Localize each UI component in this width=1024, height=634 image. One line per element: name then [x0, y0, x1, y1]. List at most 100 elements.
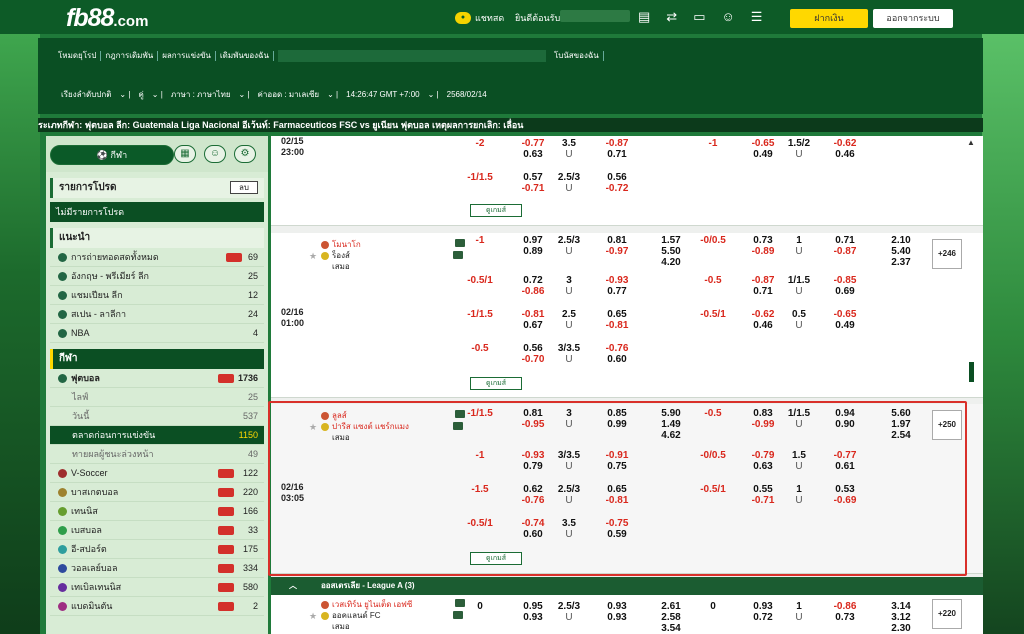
odds-odd[interactable]: 0.46: [743, 320, 783, 331]
favorites-clear-button[interactable]: ลบ: [230, 181, 258, 194]
odds-1x2[interactable]: 3.12: [881, 612, 921, 623]
soccer-subitem[interactable]: ทายผลผู้ชนะล่วงหน้า 49: [50, 445, 264, 464]
refresh-icon[interactable]: ⇄: [666, 9, 677, 25]
scroll-up-icon[interactable]: ▲: [967, 138, 975, 147]
odds-ou-line[interactable]: 1: [779, 601, 819, 612]
odds-1x2[interactable]: 3.54: [651, 623, 691, 634]
more-bets-button[interactable]: +220: [932, 599, 962, 629]
odds-odd[interactable]: 0.93: [597, 612, 637, 623]
sport-item[interactable]: วอลเลย์บอล 334: [50, 559, 264, 578]
odds-odd[interactable]: -0.65: [825, 309, 865, 320]
odds-handicap[interactable]: 0: [460, 601, 500, 612]
odds-ou-line[interactable]: 2.5/3: [549, 235, 589, 246]
odds-odd[interactable]: 0.81: [597, 235, 637, 246]
odds-odd[interactable]: 0.67: [513, 320, 553, 331]
user-icon[interactable]: ☺: [722, 9, 735, 25]
odds-odd[interactable]: -0.87: [825, 246, 865, 257]
odds-handicap[interactable]: -1/1.5: [460, 172, 500, 183]
odds-odd[interactable]: 0.49: [743, 149, 783, 160]
odds-1x2[interactable]: 2.10: [881, 235, 921, 246]
odds-ou-line[interactable]: 3: [549, 275, 589, 286]
odds-odd[interactable]: -0.62: [743, 309, 783, 320]
site-logo[interactable]: fb88.com: [66, 4, 148, 33]
odds-odd[interactable]: 0.93: [513, 612, 553, 623]
away-team[interactable]: ออคแลนด์ FC: [321, 610, 412, 621]
sport-item[interactable]: เทเบิลเทนนิส 580: [50, 578, 264, 597]
odds-odd[interactable]: 0.71: [825, 235, 865, 246]
sort-select[interactable]: เรียงลำดับปกติ: [58, 88, 114, 101]
odds-odd[interactable]: 0.49: [825, 320, 865, 331]
odds-odd[interactable]: -0.70: [513, 354, 553, 365]
odds-1x2[interactable]: 3.14: [881, 601, 921, 612]
sport-item[interactable]: V-Soccer 122: [50, 464, 264, 483]
soccer-subitem[interactable]: ตลาดก่อนการแข่งขัน 1150: [50, 426, 264, 445]
odds-odd[interactable]: -0.77: [513, 138, 553, 149]
odds-odd[interactable]: -0.71: [513, 183, 553, 194]
nav-results[interactable]: ผลการแข่งขัน: [158, 51, 216, 61]
odds-odd[interactable]: 0.73: [743, 235, 783, 246]
sport-item[interactable]: บาสเกตบอล 220: [50, 483, 264, 502]
odds-ou-line[interactable]: 1.5/2: [779, 138, 819, 149]
odds-handicap[interactable]: -0.5/1: [460, 275, 500, 286]
stats-icon[interactable]: [453, 251, 463, 259]
favorite-star-icon[interactable]: ★: [309, 611, 317, 622]
odds-odd[interactable]: 0.72: [513, 275, 553, 286]
odds-handicap[interactable]: -0.5: [693, 275, 733, 286]
odds-odd[interactable]: 0.93: [597, 601, 637, 612]
menu-list-icon[interactable]: ☰: [751, 9, 763, 25]
sport-item[interactable]: แบดมินตัน 2: [50, 597, 264, 616]
odds-1x2[interactable]: 2.61: [651, 601, 691, 612]
odds-ou-line[interactable]: 2.5/3: [549, 172, 589, 183]
language-select[interactable]: ภาษา : ภาษาไทย: [168, 88, 234, 101]
odds-1x2[interactable]: 2.30: [881, 623, 921, 634]
pair-select[interactable]: คู่: [135, 88, 146, 101]
league-header[interactable]: ︿ ออสเตรเลีย - League A (3): [271, 577, 983, 595]
odds-handicap[interactable]: -2: [460, 138, 500, 149]
live-chat-link[interactable]: ● แชทสด: [455, 11, 504, 25]
soccer-subitem[interactable]: ไลฟ์ 25: [50, 388, 264, 407]
odds-odd[interactable]: 0.71: [743, 286, 783, 297]
statement-icon[interactable]: ▤: [638, 9, 650, 25]
odds-handicap[interactable]: -1/1.5: [460, 309, 500, 320]
odds-odd[interactable]: -0.65: [743, 138, 783, 149]
nav-bonus[interactable]: โบนัสของฉัน: [550, 51, 604, 61]
odds-odd[interactable]: 0.71: [597, 149, 637, 160]
odds-ou-line[interactable]: 1/1.5: [779, 275, 819, 286]
odds-1x2[interactable]: 1.57: [651, 235, 691, 246]
odds-odd[interactable]: 0.69: [825, 286, 865, 297]
stats-icon[interactable]: [453, 611, 463, 619]
deposit-button[interactable]: ฝากเงิน: [790, 9, 868, 28]
nav-euro[interactable]: โหมดยุโรป: [54, 51, 102, 61]
recommended-item[interactable]: แชมเปียน ลีก 12: [50, 286, 264, 305]
recommended-item[interactable]: การถ่ายทอดสดทั้งหมด 69: [50, 248, 264, 267]
more-bets-button[interactable]: +246: [932, 239, 962, 269]
recommended-item[interactable]: สเปน - ลาลีกา 24: [50, 305, 264, 324]
odds-handicap[interactable]: -1: [460, 235, 500, 246]
odds-odd[interactable]: -0.89: [743, 246, 783, 257]
odds-odd[interactable]: -0.72: [597, 183, 637, 194]
sport-item[interactable]: เบสบอล 33: [50, 521, 264, 540]
odds-handicap[interactable]: -1: [693, 138, 733, 149]
odds-ou-line[interactable]: 3.5: [549, 138, 589, 149]
odds-ou-line[interactable]: 2.5/3: [549, 601, 589, 612]
sport-item[interactable]: อี-สปอร์ต 175: [50, 540, 264, 559]
odds-odd[interactable]: 0.60: [597, 354, 637, 365]
odds-odd[interactable]: 0.57: [513, 172, 553, 183]
away-team[interactable]: ร็องส์: [321, 250, 361, 261]
odds-1x2[interactable]: 4.20: [651, 257, 691, 268]
odds-odd[interactable]: 0.73: [825, 612, 865, 623]
more-games-button[interactable]: ดูเกมส์: [470, 377, 522, 390]
odds-odd[interactable]: -0.87: [743, 275, 783, 286]
recommended-item[interactable]: อังกฤษ - พรีเมียร์ ลีก 25: [50, 267, 264, 286]
odds-odd[interactable]: 0.46: [825, 149, 865, 160]
odds-odd[interactable]: 0.93: [743, 601, 783, 612]
odds-odd[interactable]: -0.86: [513, 286, 553, 297]
odds-odd[interactable]: -0.85: [825, 275, 865, 286]
odds-odd[interactable]: 0.95: [513, 601, 553, 612]
odds-handicap[interactable]: -0/0.5: [693, 235, 733, 246]
betslip-icon[interactable]: ▦: [174, 145, 196, 163]
odds-handicap[interactable]: 0: [693, 601, 733, 612]
odds-odd[interactable]: -0.81: [597, 320, 637, 331]
odds-odd[interactable]: -0.62: [825, 138, 865, 149]
odds-odd[interactable]: -0.76: [597, 343, 637, 354]
